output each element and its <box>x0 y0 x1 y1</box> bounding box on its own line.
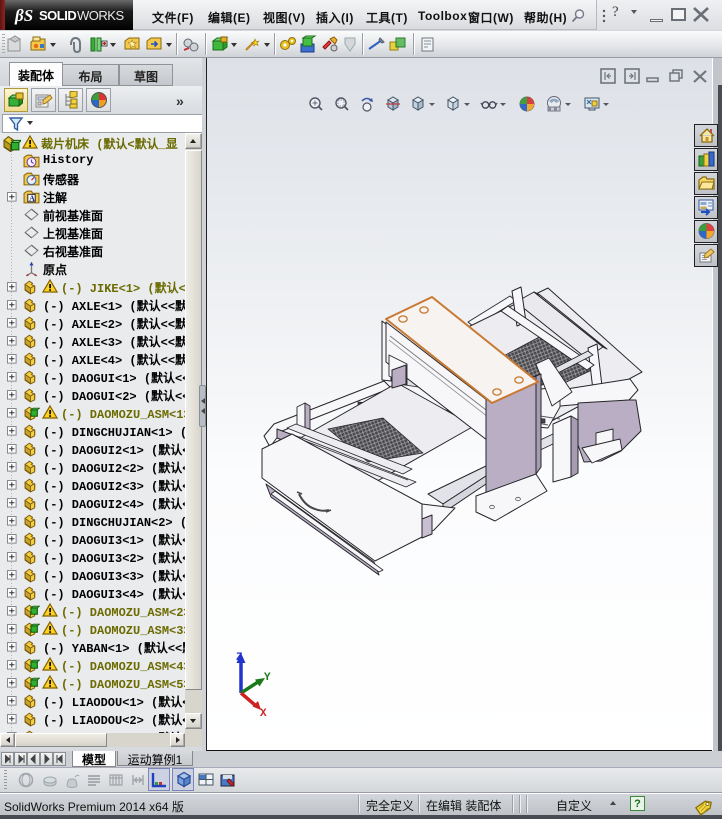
svg-text:WORKS: WORKS <box>77 8 124 23</box>
svg-text:Y: Y <box>264 672 271 684</box>
svg-text:X: X <box>260 708 267 716</box>
svg-text:Z: Z <box>236 652 243 664</box>
svg-text:βS: βS <box>14 6 33 25</box>
svg-text:A: A <box>29 194 35 203</box>
svg-text:SOLID: SOLID <box>39 8 76 23</box>
